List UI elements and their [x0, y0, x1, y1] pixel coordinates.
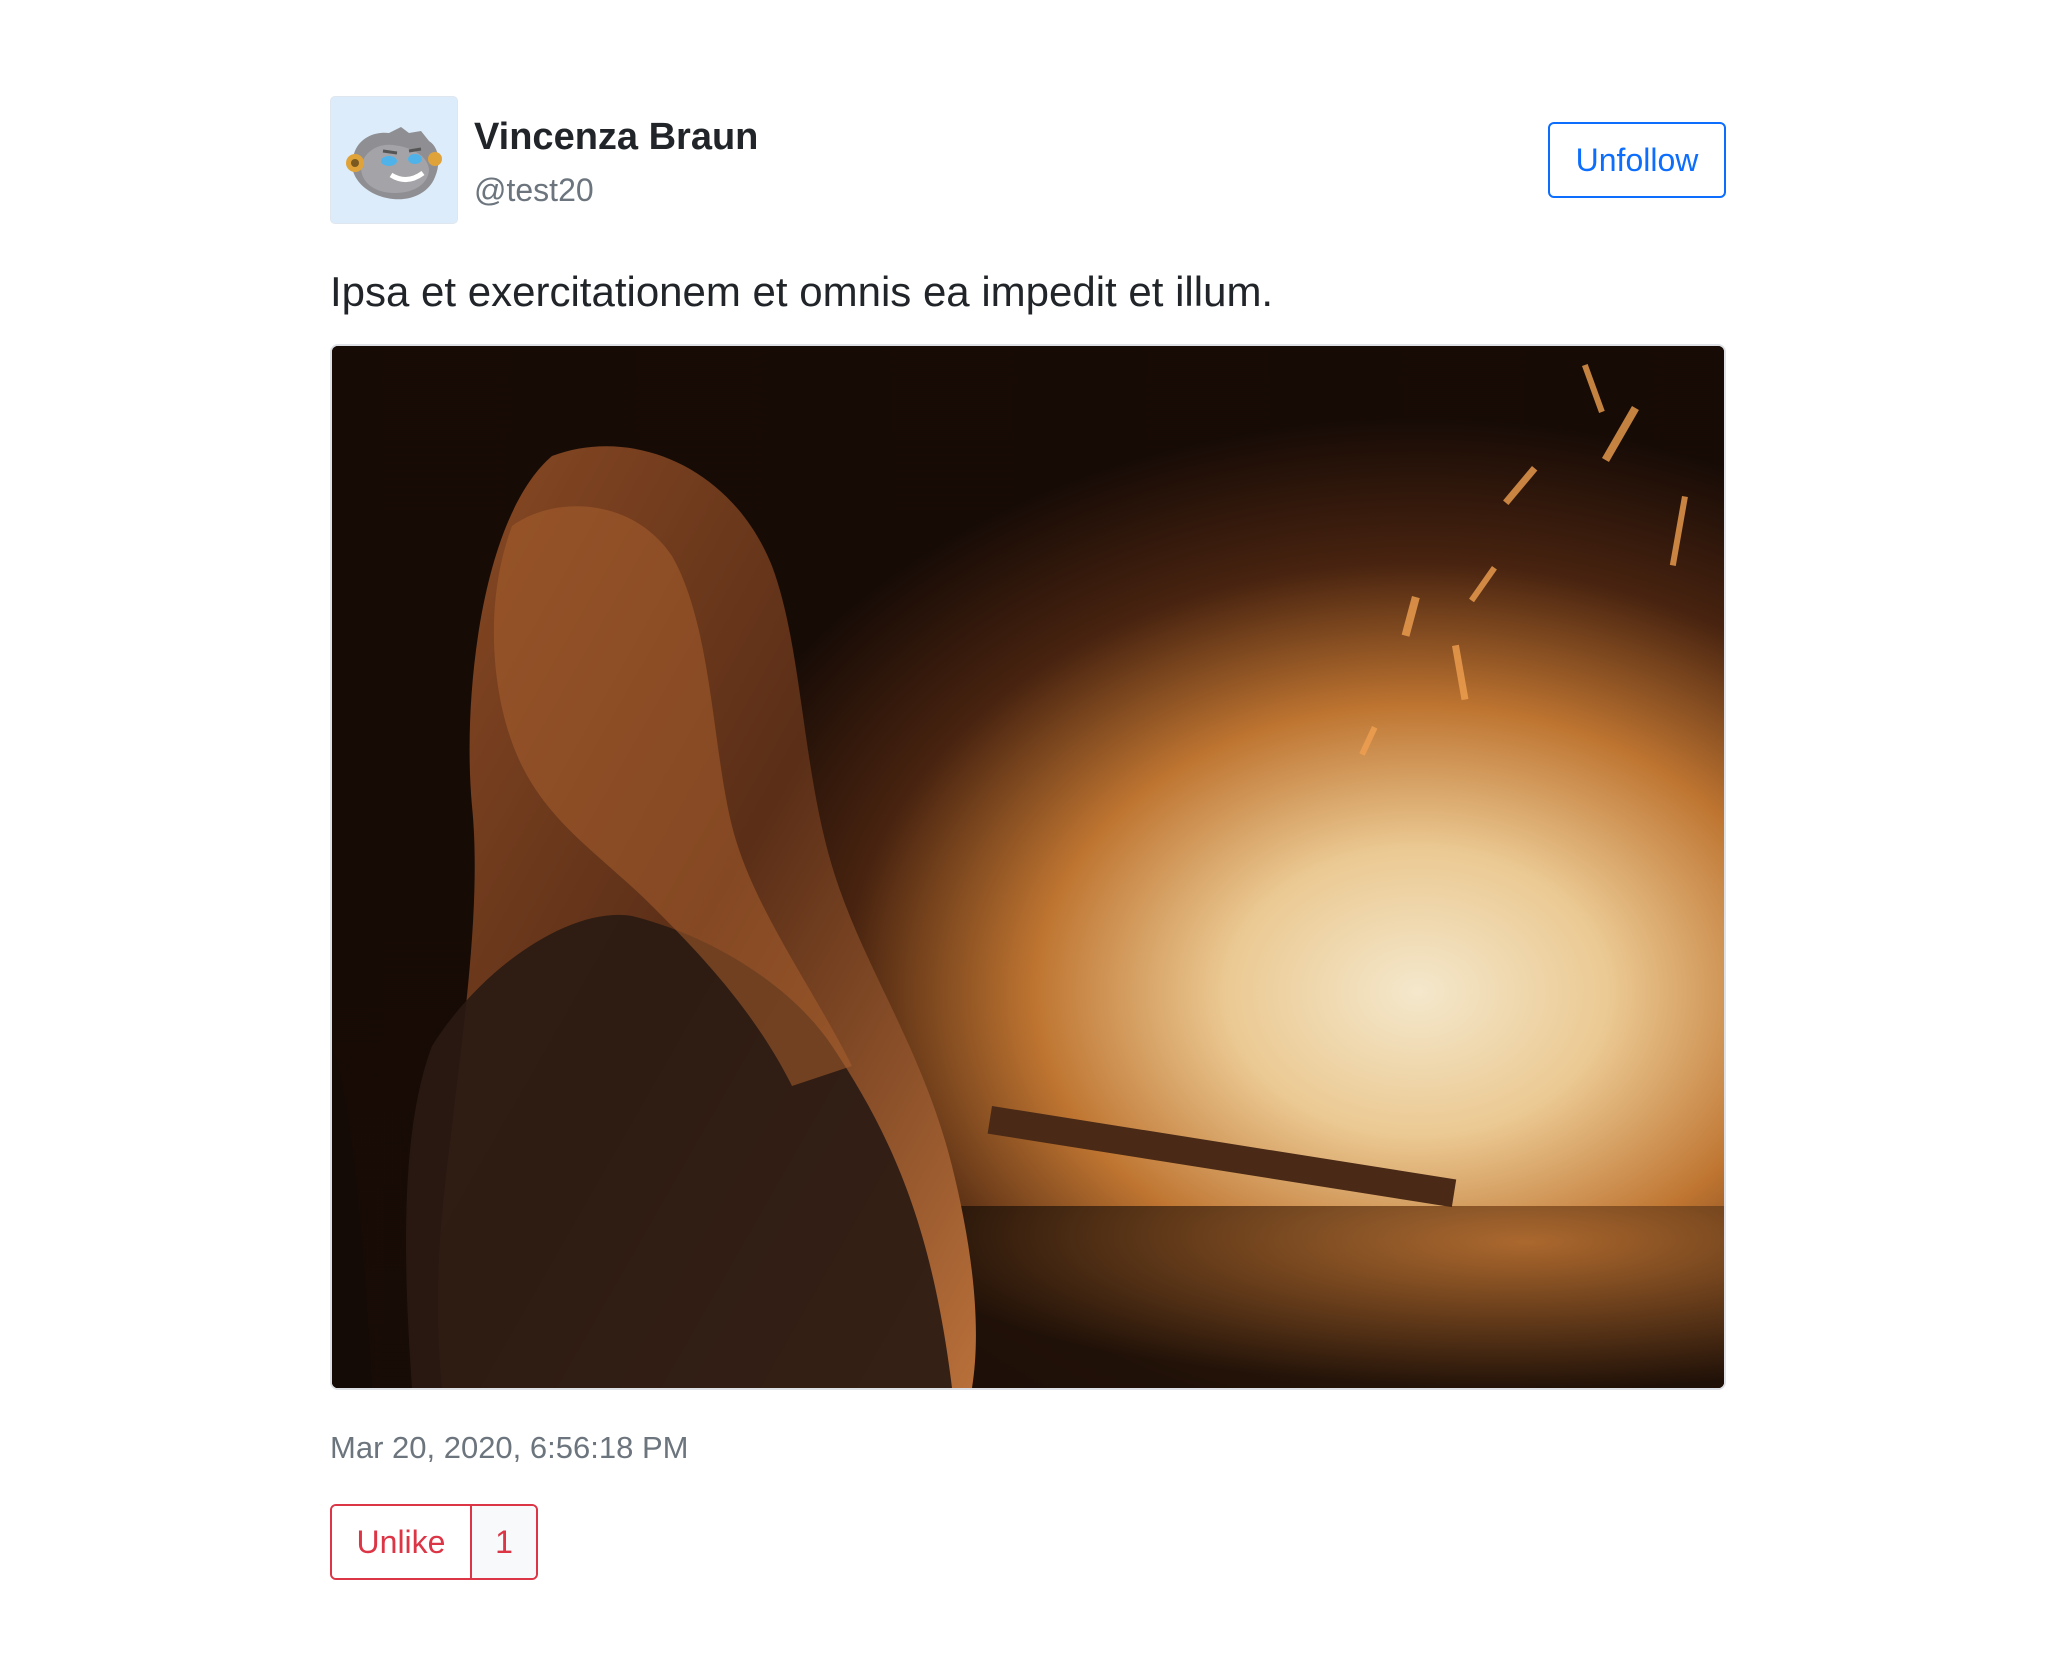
avatar[interactable]: [330, 96, 458, 224]
post-image[interactable]: [330, 344, 1726, 1390]
unfollow-button[interactable]: Unfollow: [1548, 122, 1726, 198]
unlike-button[interactable]: Unlike: [332, 1506, 470, 1578]
photo-image: [332, 346, 1724, 1388]
user-handle[interactable]: @test20: [474, 170, 594, 210]
user-name[interactable]: Vincenza Braun: [474, 114, 758, 160]
post-card: Vincenza Braun @test20 Unfollow Ipsa et …: [330, 96, 1726, 1580]
post-text: Ipsa et exercitationem et omnis ea imped…: [330, 268, 1274, 315]
like-button-group: Unlike 1: [330, 1504, 538, 1580]
like-count: 1: [470, 1506, 536, 1578]
post-timestamp: Mar 20, 2020, 6:56:18 PM: [330, 1430, 689, 1465]
post-header: Vincenza Braun @test20 Unfollow: [330, 96, 1726, 226]
robot-avatar-icon: [331, 97, 457, 223]
